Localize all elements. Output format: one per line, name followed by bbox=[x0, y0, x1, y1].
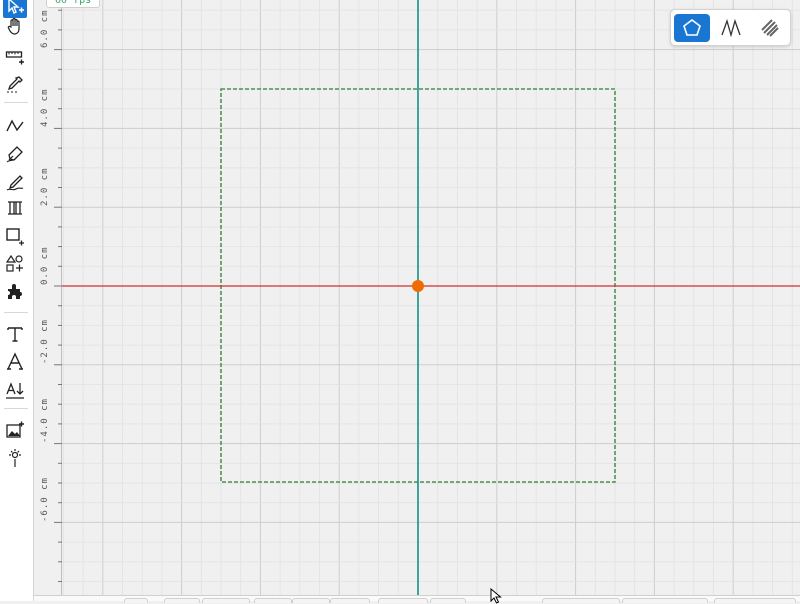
font-a-icon bbox=[7, 352, 23, 370]
puzzle-tool[interactable] bbox=[3, 280, 27, 304]
ruler-label: -4.0 cm bbox=[40, 398, 50, 443]
rectangle-tool[interactable] bbox=[3, 224, 27, 248]
image-plus-icon bbox=[6, 421, 24, 438]
double-peak-icon bbox=[721, 18, 741, 38]
hand-icon bbox=[7, 17, 20, 35]
add-image-tool[interactable] bbox=[3, 418, 27, 442]
pencil-squiggle-icon bbox=[6, 175, 24, 191]
magic-wand-tool[interactable] bbox=[3, 446, 27, 470]
hatch-mode-button[interactable] bbox=[752, 14, 788, 42]
mouse-cursor-icon bbox=[490, 588, 502, 604]
origin-point[interactable] bbox=[412, 280, 424, 292]
ruler-label: -6.0 cm bbox=[40, 477, 50, 522]
fountain-pen-icon bbox=[6, 146, 23, 163]
drawing-canvas[interactable] bbox=[62, 0, 800, 595]
hatch-lines-icon bbox=[761, 19, 779, 37]
text-t-icon bbox=[7, 327, 23, 342]
measure-tool[interactable] bbox=[3, 44, 27, 68]
vertical-ruler[interactable]: 6.0 cm 4.0 cm 2.0 cm 0.0 cm -2.0 cm -4.0… bbox=[34, 0, 62, 601]
polygon-mode-button[interactable] bbox=[674, 14, 710, 42]
toolbar-divider bbox=[4, 102, 28, 103]
ruler-label: -2.0 cm bbox=[40, 319, 50, 364]
pipette-icon bbox=[7, 76, 23, 93]
ruler-label: 0.0 cm bbox=[40, 246, 50, 285]
ruler-label: 6.0 cm bbox=[40, 9, 50, 48]
puzzle-piece-icon bbox=[8, 284, 22, 299]
bridge-tool[interactable] bbox=[3, 196, 27, 220]
shapes-plus-icon bbox=[5, 254, 23, 272]
shapes-tool[interactable] bbox=[3, 252, 27, 276]
bottom-bar bbox=[34, 595, 800, 603]
text-tool[interactable] bbox=[3, 322, 27, 346]
toolbar-divider bbox=[4, 312, 28, 313]
columns-icon bbox=[8, 201, 22, 215]
ruler-label: 2.0 cm bbox=[40, 167, 50, 206]
pentagon-icon bbox=[683, 19, 701, 36]
text-baseline-down-icon bbox=[6, 382, 24, 399]
toolbar-divider bbox=[4, 408, 28, 409]
pen-tool[interactable] bbox=[3, 142, 27, 166]
polyline-tool[interactable] bbox=[3, 114, 27, 138]
ruler-plus-icon bbox=[5, 51, 24, 65]
path-mode-button[interactable] bbox=[713, 14, 749, 42]
zigzag-line-icon bbox=[6, 119, 24, 132]
font-tool[interactable] bbox=[3, 350, 27, 374]
rectangle-plus-icon bbox=[6, 228, 24, 246]
text-on-path-tool[interactable] bbox=[3, 378, 27, 402]
ruler-label: 4.0 cm bbox=[40, 88, 50, 127]
pan-tool[interactable] bbox=[3, 14, 27, 38]
eyedropper-tool[interactable] bbox=[3, 72, 27, 96]
pencil-tool[interactable] bbox=[3, 170, 27, 194]
sparkle-wand-icon bbox=[9, 449, 21, 467]
left-toolbar bbox=[0, 0, 34, 601]
mode-switcher bbox=[670, 9, 791, 46]
fps-counter: 60 fps bbox=[46, 0, 101, 8]
